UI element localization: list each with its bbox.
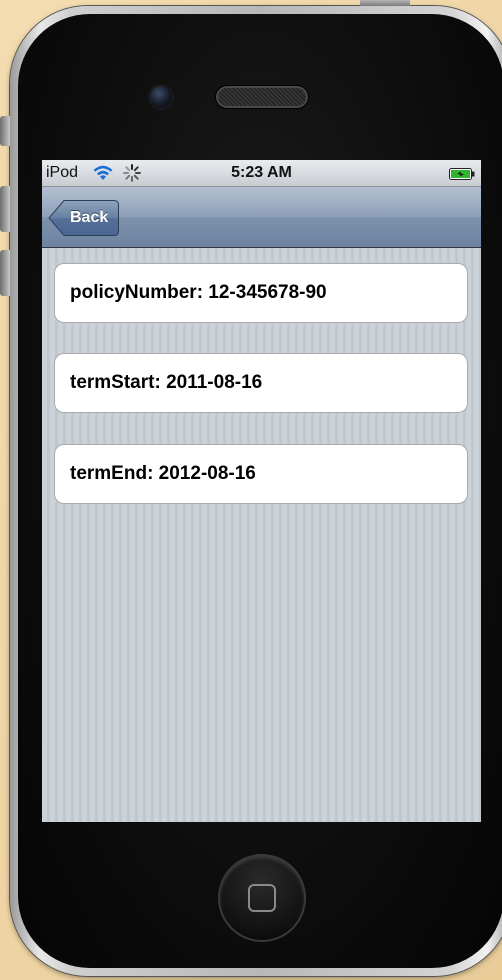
screen: iPod 5:23 AM Back policyNumber: 12-34567… bbox=[42, 160, 481, 822]
front-camera bbox=[150, 86, 172, 108]
home-button[interactable] bbox=[220, 856, 304, 940]
sleep-button bbox=[360, 0, 410, 6]
back-button[interactable]: Back bbox=[48, 199, 119, 237]
detail-list: policyNumber: 12-345678-90 termStart: 20… bbox=[42, 248, 481, 822]
home-square-icon bbox=[248, 884, 276, 912]
battery-charging-icon bbox=[449, 168, 475, 180]
volume-down-button bbox=[0, 250, 10, 296]
status-time: 5:23 AM bbox=[231, 164, 292, 181]
list-item-policy-number[interactable]: policyNumber: 12-345678-90 bbox=[54, 263, 468, 323]
status-bar: iPod 5:23 AM bbox=[42, 160, 481, 187]
list-item-label: termStart: 2011-08-16 bbox=[70, 372, 263, 393]
list-item-label: policyNumber: 12-345678-90 bbox=[70, 282, 327, 303]
back-button-label: Back bbox=[70, 209, 109, 226]
volume-up-button bbox=[0, 186, 10, 232]
list-item-term-start[interactable]: termStart: 2011-08-16 bbox=[54, 353, 468, 413]
navigation-bar: Back bbox=[42, 187, 481, 248]
speaker-grille bbox=[216, 86, 308, 108]
list-item-term-end[interactable]: termEnd: 2012-08-16 bbox=[54, 444, 468, 504]
list-item-label: termEnd: 2012-08-16 bbox=[70, 463, 256, 484]
mute-switch bbox=[0, 116, 10, 146]
